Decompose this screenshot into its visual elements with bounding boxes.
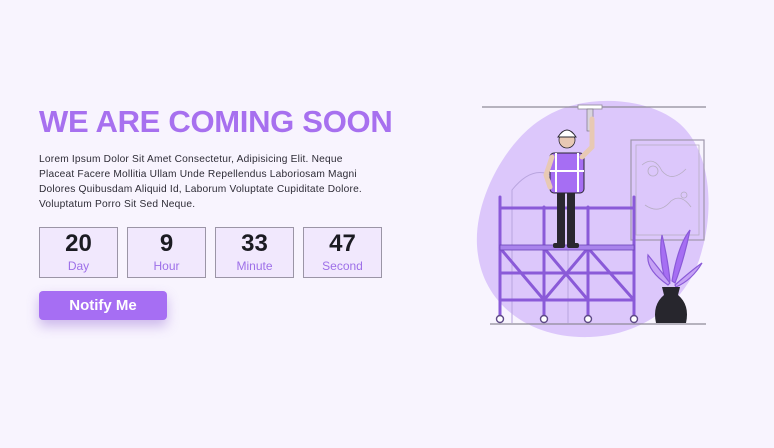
countdown-hour-label: Hour <box>153 259 180 273</box>
countdown-second-label: Second <box>322 259 363 273</box>
countdown-hour-value: 9 <box>159 230 174 257</box>
countdown-day-value: 20 <box>65 230 92 257</box>
countdown-second: 47 Second <box>303 227 382 278</box>
hero-description: Lorem Ipsum Dolor Sit Amet Consectetur, … <box>39 154 362 210</box>
hero-section: WE ARE COMING SOON Lorem Ipsum Dolor Sit… <box>39 104 419 320</box>
page-title: WE ARE COMING SOON <box>39 104 393 139</box>
countdown-minute-value: 33 <box>241 230 268 257</box>
countdown-minute-label: Minute <box>236 259 273 273</box>
countdown-day-label: Day <box>67 259 90 273</box>
countdown-minute: 33 Minute <box>215 227 294 278</box>
worker-on-scaffold-illustration <box>470 95 720 340</box>
countdown-hour: 9 Hour <box>127 227 206 278</box>
countdown-day: 20 Day <box>39 227 118 278</box>
countdown-timer: 20 Day 9 Hour 33 Minute 47 Second <box>39 227 419 278</box>
notify-me-button[interactable]: Notify Me <box>39 291 167 320</box>
countdown-second-value: 47 <box>329 230 356 257</box>
